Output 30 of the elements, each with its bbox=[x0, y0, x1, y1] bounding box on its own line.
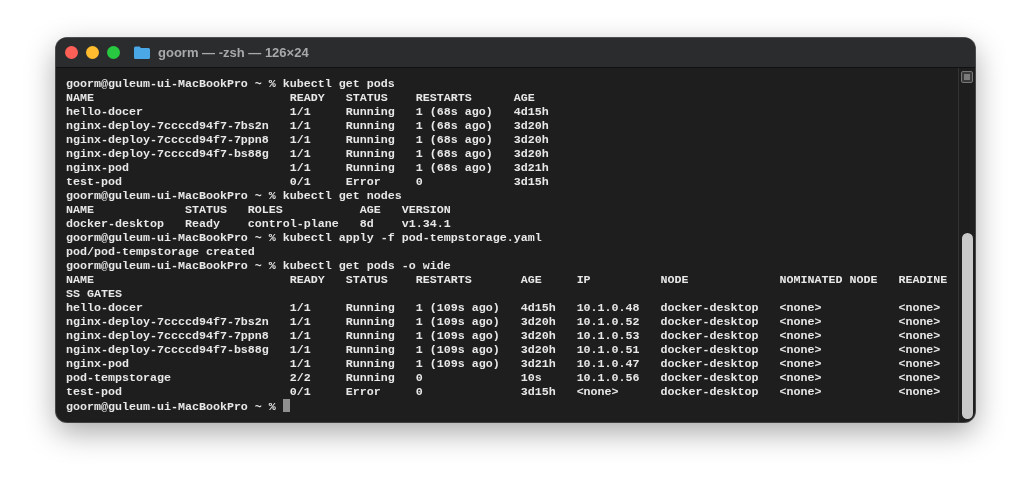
prompt-line: goorm@guleum-ui-MacBookPro ~ % kubectl get pods -o wide bbox=[66, 259, 452, 273]
close-button[interactable] bbox=[65, 46, 78, 59]
table-row-text: nginx-deploy-7ccccd94f7-bs88g 1/1 Running 1 (109s ago) 3d20h 10.1.0.51 docker-desktop <none> <none> bbox=[66, 343, 942, 357]
output-line: pod/pod-tempstorage created bbox=[66, 245, 256, 259]
scroll-bar[interactable] bbox=[958, 68, 975, 422]
table-row-text: nginx-pod 1/1 Running 1 (68s ago) 3d21h bbox=[66, 161, 550, 175]
table-row-text: hello-docer 1/1 Running 1 (68s ago) 4d15h bbox=[66, 105, 550, 119]
minimize-button[interactable] bbox=[86, 46, 99, 59]
table-row-text: nginx-deploy-7ccccd94f7-7bs2n 1/1 Running 1 (68s ago) 3d20h bbox=[66, 119, 550, 133]
window-title: goorm — -zsh — 126×24 bbox=[158, 43, 309, 62]
table-row-text: hello-docer 1/1 Running 1 (109s ago) 4d15h 10.1.0.48 docker-desktop <none> <none> bbox=[66, 301, 942, 315]
table-row-text: pod-tempstorage 2/2 Running 0 10s 10.1.0.56 docker-desktop <none> <none> bbox=[66, 371, 942, 385]
table-row-text: test-pod 0/1 Error 0 3d15h bbox=[66, 175, 550, 189]
table-header: NAME READY STATUS RESTARTS AGE bbox=[66, 91, 536, 105]
prompt-line: goorm@guleum-ui-MacBookPro ~ % bbox=[66, 399, 948, 414]
table-row-text: docker-desktop Ready control-plane 8d v1.34.1 bbox=[66, 217, 452, 231]
table-row-text: nginx-deploy-7ccccd94f7-7ppn8 1/1 Running 1 (109s ago) 3d20h 10.1.0.53 docker-desktop <none> <none> bbox=[66, 329, 942, 343]
table-row-text: nginx-pod 1/1 Running 1 (109s ago) 3d21h 10.1.0.47 docker-desktop <none> <none> bbox=[66, 357, 942, 371]
scroll-thumb[interactable] bbox=[961, 233, 973, 419]
prompt-line: goorm@guleum-ui-MacBookPro ~ % kubectl get nodes bbox=[66, 189, 403, 203]
marks-icon[interactable] bbox=[961, 71, 973, 83]
zoom-button[interactable] bbox=[107, 46, 120, 59]
prompt-line: goorm@guleum-ui-MacBookPro ~ % kubectl apply -f pod-tempstorage.yaml bbox=[66, 231, 543, 245]
table-row-text: test-pod 0/1 Error 0 3d15h <none> docker-desktop <none> <none> bbox=[66, 385, 942, 399]
table-row-text: nginx-deploy-7ccccd94f7-bs88g 1/1 Running 1 (68s ago) 3d20h bbox=[66, 147, 550, 161]
prompt-line: goorm@guleum-ui-MacBookPro ~ % kubectl get pods bbox=[66, 77, 396, 91]
table-header: NAME STATUS ROLES AGE VERSION bbox=[66, 203, 452, 217]
table-row-text: nginx-deploy-7ccccd94f7-7bs2n 1/1 Running 1 (109s ago) 3d20h 10.1.0.52 docker-desktop <none> <none> bbox=[66, 315, 942, 329]
folder-icon bbox=[134, 46, 150, 59]
table-row-text: nginx-deploy-7ccccd94f7-7ppn8 1/1 Running 1 (68s ago) 3d20h bbox=[66, 133, 550, 147]
